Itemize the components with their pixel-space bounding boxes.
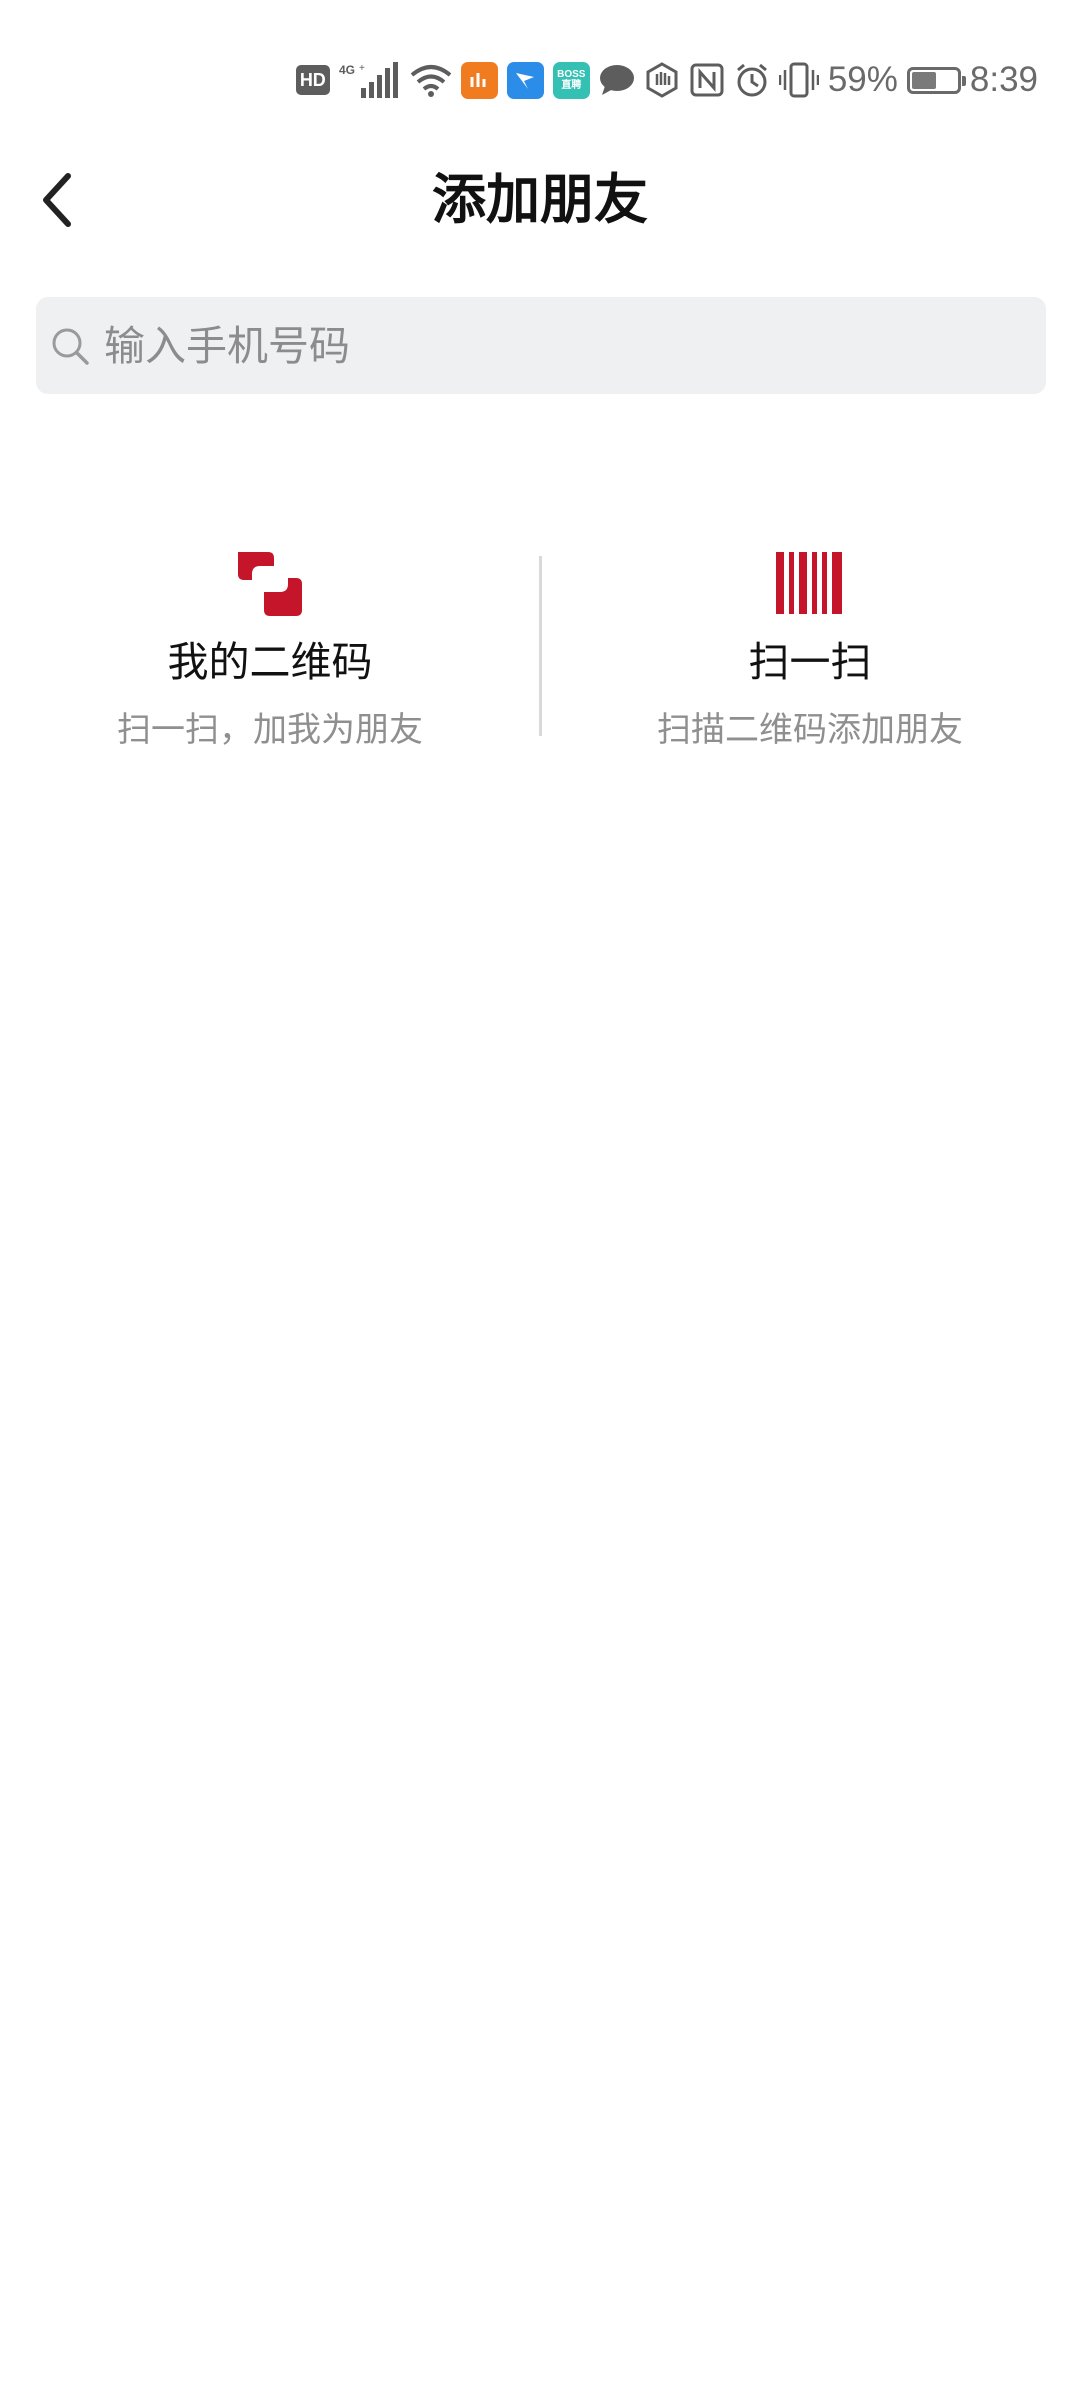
wifi-icon: [410, 63, 452, 97]
scan-title: 扫一扫: [748, 638, 872, 686]
scan-button[interactable]: 扫一扫 扫描二维码添加朋友: [540, 530, 1080, 770]
phone-number-input[interactable]: [102, 320, 1006, 371]
qr-code-card-icon: [238, 552, 302, 616]
add-friend-actions: 我的二维码 扫一扫，加我为朋友 扫一扫 扫描二维码添加朋友: [0, 530, 1080, 770]
chat-bubble-icon: [599, 64, 635, 96]
alarm-clock-icon: [734, 62, 770, 98]
svg-text:+: +: [359, 63, 365, 74]
app-notification-icon-orange: [460, 61, 498, 99]
phone-search-bar[interactable]: [36, 297, 1046, 394]
boss-app-notification-icon: BOSS 直聘: [552, 61, 590, 99]
search-icon: [48, 324, 92, 368]
battery-percentage: 59%: [827, 60, 898, 99]
nfc-icon: [689, 62, 725, 98]
battery-icon: [906, 66, 966, 94]
vibrate-icon: [778, 62, 819, 98]
barcode-scan-icon: [776, 552, 842, 614]
page-title: 添加朋友: [432, 168, 648, 231]
my-qr-code-button[interactable]: 我的二维码 扫一扫，加我为朋友: [0, 530, 540, 770]
hd-icon: HD: [295, 65, 330, 95]
my-qr-code-title: 我的二维码: [167, 638, 373, 686]
hexagon-hand-icon: [644, 62, 680, 98]
navigation-header: 添加朋友: [0, 150, 1080, 250]
status-icons: HD 4G + BOSS 直聘 59% 8:39: [295, 56, 1038, 104]
network-type-label: 4G: [339, 63, 355, 77]
my-qr-code-subtitle: 扫一扫，加我为朋友: [117, 710, 423, 750]
add-friend-screen: HD 4G + BOSS 直聘 59% 8:39 添加朋友 输入手机号码 我的二…: [0, 0, 1080, 2400]
status-bar: HD 4G + BOSS 直聘 59% 8:39: [0, 0, 1080, 150]
scan-subtitle: 扫描二维码添加朋友: [657, 710, 963, 750]
cellular-signal-icon: 4G +: [339, 62, 401, 98]
battery-level-fill: [911, 71, 937, 89]
clock: 8:39: [969, 60, 1038, 99]
app-notification-icon-blue: [506, 61, 544, 99]
